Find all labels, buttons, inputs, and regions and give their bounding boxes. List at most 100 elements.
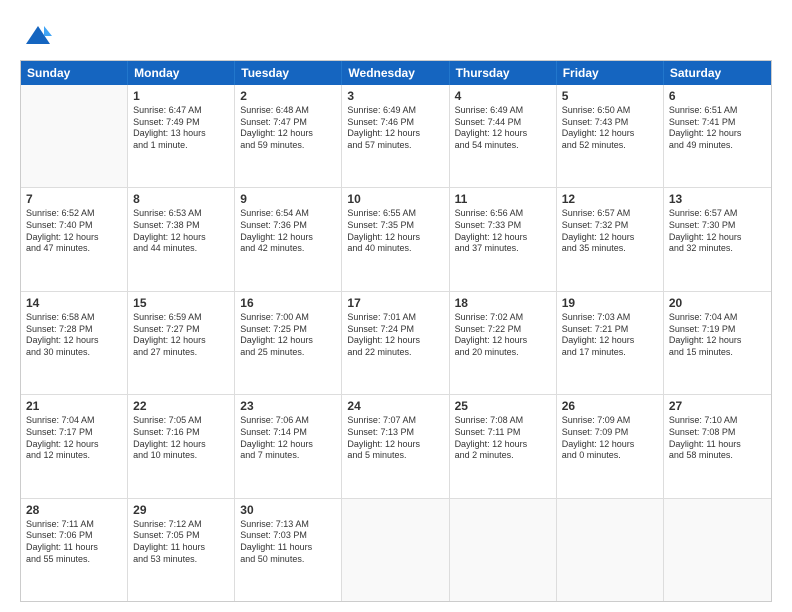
cell-line: and 40 minutes. xyxy=(347,243,443,255)
cell-line: and 42 minutes. xyxy=(240,243,336,255)
cell-line: Daylight: 11 hours xyxy=(133,542,229,554)
calendar-cell: 19Sunrise: 7:03 AMSunset: 7:21 PMDayligh… xyxy=(557,292,664,394)
cell-line: Sunset: 7:17 PM xyxy=(26,427,122,439)
cell-line: Sunset: 7:46 PM xyxy=(347,117,443,129)
day-number: 4 xyxy=(455,89,551,103)
calendar-cell: 30Sunrise: 7:13 AMSunset: 7:03 PMDayligh… xyxy=(235,499,342,601)
cell-line: Daylight: 12 hours xyxy=(347,232,443,244)
cell-line: Sunrise: 7:11 AM xyxy=(26,519,122,531)
cell-line: Daylight: 12 hours xyxy=(26,335,122,347)
cell-line: Sunset: 7:33 PM xyxy=(455,220,551,232)
calendar-row: 14Sunrise: 6:58 AMSunset: 7:28 PMDayligh… xyxy=(21,292,771,395)
cell-line: Sunrise: 6:48 AM xyxy=(240,105,336,117)
day-number: 9 xyxy=(240,192,336,206)
cell-line: Sunset: 7:22 PM xyxy=(455,324,551,336)
day-number: 30 xyxy=(240,503,336,517)
day-number: 3 xyxy=(347,89,443,103)
cell-line: Sunset: 7:21 PM xyxy=(562,324,658,336)
cell-line: and 35 minutes. xyxy=(562,243,658,255)
day-number: 14 xyxy=(26,296,122,310)
cell-line: and 59 minutes. xyxy=(240,140,336,152)
calendar-cell: 21Sunrise: 7:04 AMSunset: 7:17 PMDayligh… xyxy=(21,395,128,497)
cell-line: Sunset: 7:09 PM xyxy=(562,427,658,439)
cell-line: Daylight: 12 hours xyxy=(133,232,229,244)
cell-line: Daylight: 12 hours xyxy=(26,232,122,244)
cell-line: Sunrise: 7:13 AM xyxy=(240,519,336,531)
cell-line: Sunrise: 6:53 AM xyxy=(133,208,229,220)
cell-line: Daylight: 12 hours xyxy=(347,335,443,347)
weekday-header: Sunday xyxy=(21,61,128,85)
cell-line: Sunrise: 7:10 AM xyxy=(669,415,766,427)
cell-line: Sunrise: 7:05 AM xyxy=(133,415,229,427)
day-number: 10 xyxy=(347,192,443,206)
cell-line: Daylight: 12 hours xyxy=(562,232,658,244)
cell-line: Daylight: 12 hours xyxy=(26,439,122,451)
calendar-cell: 24Sunrise: 7:07 AMSunset: 7:13 PMDayligh… xyxy=(342,395,449,497)
day-number: 17 xyxy=(347,296,443,310)
logo xyxy=(20,22,52,50)
cell-line: Sunrise: 6:50 AM xyxy=(562,105,658,117)
cell-line: and 0 minutes. xyxy=(562,450,658,462)
cell-line: Sunset: 7:16 PM xyxy=(133,427,229,439)
cell-line: Sunrise: 7:02 AM xyxy=(455,312,551,324)
cell-line: Sunset: 7:03 PM xyxy=(240,530,336,542)
day-number: 16 xyxy=(240,296,336,310)
cell-line: Daylight: 13 hours xyxy=(133,128,229,140)
cell-line: and 52 minutes. xyxy=(562,140,658,152)
cell-line: Sunset: 7:27 PM xyxy=(133,324,229,336)
cell-line: and 55 minutes. xyxy=(26,554,122,566)
day-number: 26 xyxy=(562,399,658,413)
cell-line: Daylight: 12 hours xyxy=(669,335,766,347)
cell-line: Daylight: 12 hours xyxy=(562,439,658,451)
calendar-row: 7Sunrise: 6:52 AMSunset: 7:40 PMDaylight… xyxy=(21,188,771,291)
day-number: 5 xyxy=(562,89,658,103)
cell-line: and 17 minutes. xyxy=(562,347,658,359)
cell-line: Sunset: 7:49 PM xyxy=(133,117,229,129)
day-number: 21 xyxy=(26,399,122,413)
cell-line: Daylight: 12 hours xyxy=(455,232,551,244)
calendar-cell xyxy=(557,499,664,601)
cell-line: Sunrise: 7:03 AM xyxy=(562,312,658,324)
cell-line: Daylight: 12 hours xyxy=(562,335,658,347)
cell-line: Daylight: 12 hours xyxy=(669,128,766,140)
calendar-cell xyxy=(342,499,449,601)
cell-line: and 15 minutes. xyxy=(669,347,766,359)
cell-line: Sunset: 7:30 PM xyxy=(669,220,766,232)
cell-line: Sunrise: 7:01 AM xyxy=(347,312,443,324)
day-number: 29 xyxy=(133,503,229,517)
day-number: 12 xyxy=(562,192,658,206)
cell-line: Sunset: 7:14 PM xyxy=(240,427,336,439)
logo-icon xyxy=(24,22,52,50)
cell-line: Daylight: 12 hours xyxy=(240,439,336,451)
cell-line: Sunrise: 6:54 AM xyxy=(240,208,336,220)
cell-line: Sunset: 7:41 PM xyxy=(669,117,766,129)
cell-line: Sunset: 7:44 PM xyxy=(455,117,551,129)
cell-line: Daylight: 12 hours xyxy=(455,439,551,451)
cell-line: and 32 minutes. xyxy=(669,243,766,255)
calendar-cell: 7Sunrise: 6:52 AMSunset: 7:40 PMDaylight… xyxy=(21,188,128,290)
cell-line: Sunrise: 7:04 AM xyxy=(669,312,766,324)
calendar-cell: 25Sunrise: 7:08 AMSunset: 7:11 PMDayligh… xyxy=(450,395,557,497)
cell-line: Daylight: 12 hours xyxy=(347,128,443,140)
cell-line: Sunrise: 6:52 AM xyxy=(26,208,122,220)
day-number: 1 xyxy=(133,89,229,103)
cell-line: Sunrise: 6:55 AM xyxy=(347,208,443,220)
cell-line: Sunrise: 6:58 AM xyxy=(26,312,122,324)
cell-line: Sunset: 7:35 PM xyxy=(347,220,443,232)
cell-line: Daylight: 12 hours xyxy=(240,335,336,347)
calendar-cell: 17Sunrise: 7:01 AMSunset: 7:24 PMDayligh… xyxy=(342,292,449,394)
cell-line: Sunrise: 7:08 AM xyxy=(455,415,551,427)
cell-line: Sunrise: 6:59 AM xyxy=(133,312,229,324)
cell-line: and 57 minutes. xyxy=(347,140,443,152)
calendar-cell: 3Sunrise: 6:49 AMSunset: 7:46 PMDaylight… xyxy=(342,85,449,187)
day-number: 22 xyxy=(133,399,229,413)
calendar-cell: 9Sunrise: 6:54 AMSunset: 7:36 PMDaylight… xyxy=(235,188,342,290)
cell-line: and 25 minutes. xyxy=(240,347,336,359)
calendar-cell: 23Sunrise: 7:06 AMSunset: 7:14 PMDayligh… xyxy=(235,395,342,497)
calendar-cell: 18Sunrise: 7:02 AMSunset: 7:22 PMDayligh… xyxy=(450,292,557,394)
cell-line: Sunset: 7:28 PM xyxy=(26,324,122,336)
day-number: 27 xyxy=(669,399,766,413)
cell-line: Sunrise: 6:49 AM xyxy=(455,105,551,117)
cell-line: and 20 minutes. xyxy=(455,347,551,359)
cell-line: Sunrise: 7:09 AM xyxy=(562,415,658,427)
